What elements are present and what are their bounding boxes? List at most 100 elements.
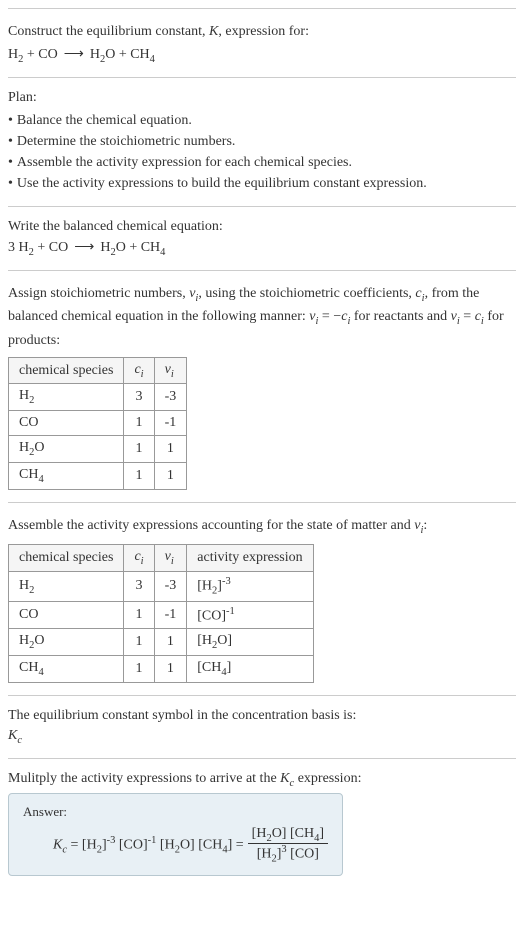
plan-text: Assemble the activity expression for eac… <box>17 155 352 170</box>
table-row: H2 3 -3 <box>9 384 187 411</box>
plan-item: • Determine the stoichiometric numbers. <box>8 131 516 152</box>
species: H <box>100 240 110 255</box>
cell-species: CO <box>9 411 124 436</box>
cell-ci: 1 <box>124 629 154 656</box>
text: H <box>19 633 29 648</box>
text: Assemble the activity expressions accoun… <box>8 518 414 533</box>
fraction: [H2O] [CH4] [H2]3 [CO] <box>248 826 328 865</box>
cell-expr: [CO]-1 <box>187 601 313 629</box>
table-row: CO 1 -1 [CO]-1 <box>9 601 314 629</box>
species: CH <box>130 47 149 62</box>
cell-ci: 1 <box>124 601 154 629</box>
text: ] <box>227 660 232 675</box>
text: = <box>67 838 82 853</box>
kc-expression: Kc = [H2]-3 [CO]-1 [H2O] [CH4] = [H2O] [… <box>53 826 328 865</box>
balanced-section: Write the balanced chemical equation: 3 … <box>8 206 516 270</box>
denominator: [H2]3 [CO] <box>248 844 328 864</box>
stoich-table: chemical species ci νi H2 3 -3 CO 1 -1 H… <box>8 357 187 490</box>
header-ci: ci <box>124 357 154 384</box>
activity-section: Assemble the activity expressions accoun… <box>8 502 516 695</box>
subscript: i <box>171 368 174 379</box>
text: [H <box>197 633 212 648</box>
plus: + <box>23 47 38 62</box>
header-species: chemical species <box>9 357 124 384</box>
plan-text: Balance the chemical equation. <box>17 113 192 128</box>
table-row: CH4 1 1 <box>9 463 187 490</box>
plan-list: • Balance the chemical equation. • Determi… <box>8 110 516 194</box>
text: [CH <box>197 660 221 675</box>
unbalanced-equation: H2 + CO⟶H2O + CH4 <box>8 46 516 65</box>
subscript: 4 <box>38 667 43 678</box>
text: H <box>19 440 29 455</box>
text: [H <box>252 826 267 841</box>
multiply-text: Mulitply the activity expressions to arr… <box>8 771 516 789</box>
species: H <box>19 240 29 255</box>
text: O <box>34 633 44 648</box>
header-ci: ci <box>124 545 154 572</box>
bullet-icon: • <box>8 176 13 191</box>
subscript: i <box>141 368 144 379</box>
text: [CO] <box>115 838 147 853</box>
subscript: i <box>141 556 144 567</box>
cell-species: CH4 <box>9 656 124 683</box>
bullet-icon: • <box>8 155 13 170</box>
text: K <box>280 771 289 786</box>
text: O] <box>217 633 232 648</box>
text: O] [CH <box>272 826 314 841</box>
bullet-icon: • <box>8 134 13 149</box>
intro-section: Construct the equilibrium constant, K, e… <box>8 8 516 77</box>
plus: + <box>34 240 49 255</box>
text: ] = <box>228 838 244 853</box>
text: CH <box>19 660 38 675</box>
cell-species: H2O <box>9 629 124 656</box>
text: for reactants and <box>350 309 450 324</box>
cell-ci: 3 <box>124 384 154 411</box>
balanced-equation: 3 H2 + CO⟶H2O + CH4 <box>8 239 516 258</box>
text: chemical species <box>19 363 113 378</box>
text: expression: <box>294 771 361 786</box>
text: H <box>19 578 29 593</box>
table-row: H2O 1 1 [H2O] <box>9 629 314 656</box>
table-row: CO 1 -1 <box>9 411 187 436</box>
cell-nui: -3 <box>154 384 187 411</box>
arrow-icon: ⟶ <box>64 47 84 62</box>
cell-expr: [H2O] <box>187 629 313 656</box>
table-header-row: chemical species ci νi activity expressi… <box>9 545 314 572</box>
subscript: 4 <box>150 54 155 65</box>
text: CH <box>19 467 38 482</box>
header-nui: νi <box>154 357 187 384</box>
text: O <box>34 440 44 455</box>
header-species: chemical species <box>9 545 124 572</box>
text: [CH <box>195 838 223 853</box>
superscript: -3 <box>222 576 231 587</box>
cell-species: H2 <box>9 572 124 601</box>
k-symbol: K <box>209 24 218 39</box>
cell-species: CO <box>9 601 124 629</box>
cell-expr: [H2]-3 <box>187 572 313 601</box>
text: , expression for: <box>218 24 309 39</box>
plus: + <box>126 240 141 255</box>
subscript: i <box>171 556 174 567</box>
cell-nui: -1 <box>154 411 187 436</box>
text: Assign stoichiometric numbers, <box>8 286 189 301</box>
text: CO <box>19 607 38 622</box>
plan-item: • Assemble the activity expression for ea… <box>8 152 516 173</box>
species: CO <box>38 47 57 62</box>
coef: 3 <box>8 240 19 255</box>
balanced-label: Write the balanced chemical equation: <box>8 219 516 235</box>
symbol-text: The equilibrium constant symbol in the c… <box>8 708 516 724</box>
species: O <box>105 47 115 62</box>
cell-ci: 3 <box>124 572 154 601</box>
cell-nui: -1 <box>154 601 187 629</box>
text: = <box>460 309 475 324</box>
kc-symbol: Kc <box>8 728 516 746</box>
cell-species: H2 <box>9 384 124 411</box>
subscript: 2 <box>29 395 34 406</box>
cell-ci: 1 <box>124 436 154 463</box>
plan-item: •Use the activity expressions to build t… <box>8 173 516 194</box>
arrow-icon: ⟶ <box>74 240 94 255</box>
text: ] <box>319 826 324 841</box>
plan-text: Determine the stoichiometric numbers. <box>17 134 236 149</box>
subscript: 4 <box>160 247 165 258</box>
subscript: 2 <box>29 584 34 595</box>
